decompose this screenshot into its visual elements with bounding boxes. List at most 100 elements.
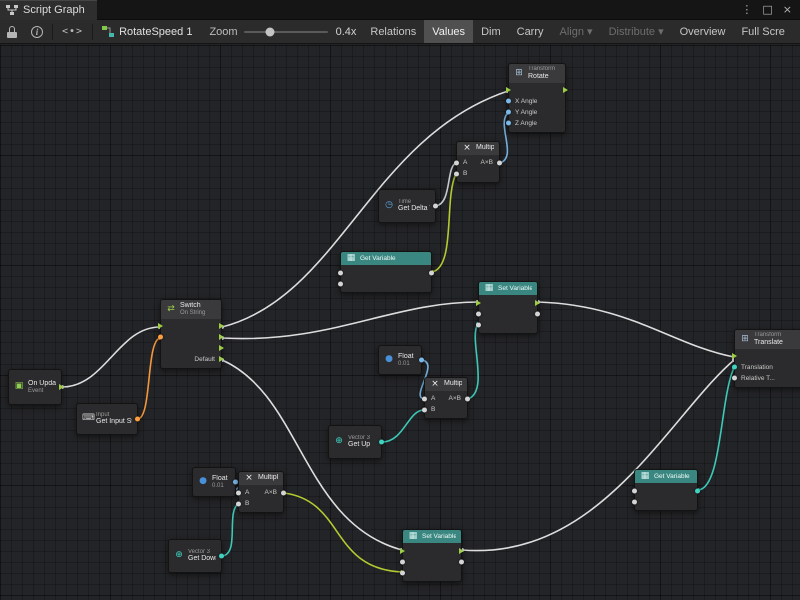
node-titles: Set Variable [498, 285, 532, 292]
node-titles: Multiply [258, 474, 278, 482]
port-any-left[interactable] [422, 407, 427, 412]
node-transform-rotate[interactable]: ⊞TransformRotateX AngleY AngleZ Angle [508, 63, 566, 133]
port-any-right[interactable] [433, 204, 438, 209]
node-header: ⌨InputGet Input Strin [77, 410, 137, 429]
port-any-left[interactable] [236, 490, 241, 495]
wire-on-update-to-switch[interactable] [62, 327, 160, 387]
toolbar-button-overview[interactable]: Overview [672, 20, 734, 43]
node-get-variable-b[interactable]: ▦Get Variable [634, 469, 698, 511]
variable-icon: ▦ [640, 472, 650, 481]
port-flow-right[interactable] [563, 87, 568, 93]
port-any-left[interactable] [338, 270, 343, 275]
wire-get-down-to-multiply-c[interactable] [222, 504, 238, 556]
node-on-update-event[interactable]: ▣On UpdateEvent [8, 369, 62, 405]
node-multiply-a[interactable]: ×MultiplyAA×BB [456, 141, 500, 183]
port-string-right[interactable] [135, 417, 140, 422]
port-any-left[interactable] [400, 559, 405, 564]
port-any-right[interactable] [429, 270, 434, 275]
port-vector3-left[interactable] [732, 365, 737, 370]
port-flow-left[interactable] [400, 548, 405, 554]
wire-get-up-to-multiply-b[interactable] [382, 410, 424, 442]
zoom-handle[interactable] [266, 27, 275, 36]
tab-script-graph[interactable]: Script Graph [0, 0, 97, 20]
code-toggle-button[interactable]: <∙> [55, 20, 90, 43]
toolbar-button-distribute[interactable]: Distribute ▾ [601, 20, 672, 43]
port-float-left[interactable] [506, 110, 511, 115]
wire-multiply-b-to-set-variable-a[interactable] [468, 324, 478, 399]
port-any-left[interactable] [632, 499, 637, 504]
port-any-left[interactable] [400, 570, 405, 575]
port-float-left[interactable] [506, 99, 511, 104]
port-flow-left[interactable] [476, 300, 481, 306]
port-flow-right[interactable] [459, 548, 464, 554]
node-header: ×Multiply [457, 142, 499, 155]
port-any-right[interactable] [281, 490, 286, 495]
close-button[interactable]: × [783, 4, 792, 15]
toolbar-button-relations[interactable]: Relations [362, 20, 424, 43]
port-any-right[interactable] [497, 160, 502, 165]
port-flow-left[interactable] [506, 87, 511, 93]
info-icon: i [31, 26, 43, 38]
graph-canvas[interactable]: ▣On UpdateEvent ⌨InputGet Input Strin ⇄Swi… [0, 45, 800, 600]
node-float-a[interactable]: ●Float0.01 [378, 345, 422, 375]
window-menu-button[interactable]: ⋮ [741, 4, 752, 15]
wire-get-variable-b-to-translate[interactable] [698, 368, 734, 490]
port-any-left[interactable] [454, 160, 459, 165]
port-flow-left[interactable] [158, 323, 163, 329]
port-any-left[interactable] [422, 396, 427, 401]
node-get-input-string[interactable]: ⌨InputGet Input Strin [76, 403, 138, 435]
node-get-variable-a[interactable]: ▦Get Variable [340, 251, 432, 293]
maximize-button[interactable]: □ [762, 4, 772, 15]
node-multiply-c[interactable]: ×MultiplyAA×BB [238, 471, 284, 513]
wire-switch-to-set-variable-a[interactable] [222, 302, 478, 339]
port-any-right[interactable] [465, 396, 470, 401]
port-vector3-right[interactable] [219, 554, 224, 559]
node-float-b[interactable]: ●Float0.01 [192, 467, 236, 497]
port-vector3-right[interactable] [379, 440, 384, 445]
toolbar-button-fullscreen[interactable]: Full Scre [733, 20, 792, 43]
node-set-variable-b[interactable]: ▦Set Variable [402, 529, 462, 582]
wire-get-variable-a-to-multiply-a[interactable] [432, 174, 456, 272]
port-vector3-right[interactable] [695, 488, 700, 493]
wire-set-variable-a-to-translate[interactable] [538, 302, 734, 357]
wire-set-variable-b-to-translate[interactable] [462, 360, 734, 551]
wire-get-input-string-to-switch[interactable] [138, 338, 160, 419]
wire-multiply-c-to-set-variable-b[interactable] [284, 493, 402, 572]
toolbar-button-values[interactable]: Values [424, 20, 473, 43]
port-flow-right[interactable] [535, 300, 540, 306]
port-float-left[interactable] [506, 121, 511, 126]
toolbar-button-carry[interactable]: Carry [509, 20, 552, 43]
port-any-left[interactable] [236, 501, 241, 506]
node-switch-on-string[interactable]: ⇄SwitchOn StringDefault [160, 299, 222, 369]
port-any-left[interactable] [732, 376, 737, 381]
port-flow-left[interactable] [732, 353, 737, 359]
port-any-left[interactable] [476, 311, 481, 316]
port-any-right[interactable] [535, 311, 540, 316]
node-vector3-get-down[interactable]: ⊕Vector 3Get Down [168, 539, 222, 573]
info-button[interactable]: i [24, 20, 50, 43]
node-multiply-b[interactable]: ×MultiplyAA×BB [424, 377, 468, 419]
graph-breadcrumb[interactable]: RotateSpeed 1 [95, 20, 199, 43]
port-any-right[interactable] [459, 559, 464, 564]
port-flow-right[interactable] [59, 384, 64, 390]
port-any-left[interactable] [338, 281, 343, 286]
node-get-delta-time[interactable]: ◷TimeGet Delta Time [378, 189, 436, 223]
port-flow-right[interactable] [219, 323, 224, 329]
port-any-left[interactable] [454, 171, 459, 176]
zoom-slider[interactable] [244, 31, 328, 33]
node-header: ▦Get Variable [341, 252, 431, 265]
node-vector3-get-up[interactable]: ⊕Vector 3Get Up [328, 425, 382, 459]
port-flow-right[interactable] [219, 345, 224, 351]
port-any-left[interactable] [476, 322, 481, 327]
node-set-variable-a[interactable]: ▦Set Variable [478, 281, 538, 334]
node-row: Relative T... [735, 373, 800, 384]
toolbar-button-dim[interactable]: Dim [473, 20, 509, 43]
lock-button[interactable] [0, 20, 24, 43]
port-flow-right[interactable] [219, 356, 224, 362]
port-string-left[interactable] [158, 335, 163, 340]
port-flow-right[interactable] [219, 334, 224, 340]
toolbar-button-align[interactable]: Align ▾ [552, 20, 601, 43]
port-float-right[interactable] [419, 358, 424, 363]
port-any-left[interactable] [632, 488, 637, 493]
node-transform-translate[interactable]: ⊞TransformTranslateTranslationRelative T… [734, 329, 800, 388]
